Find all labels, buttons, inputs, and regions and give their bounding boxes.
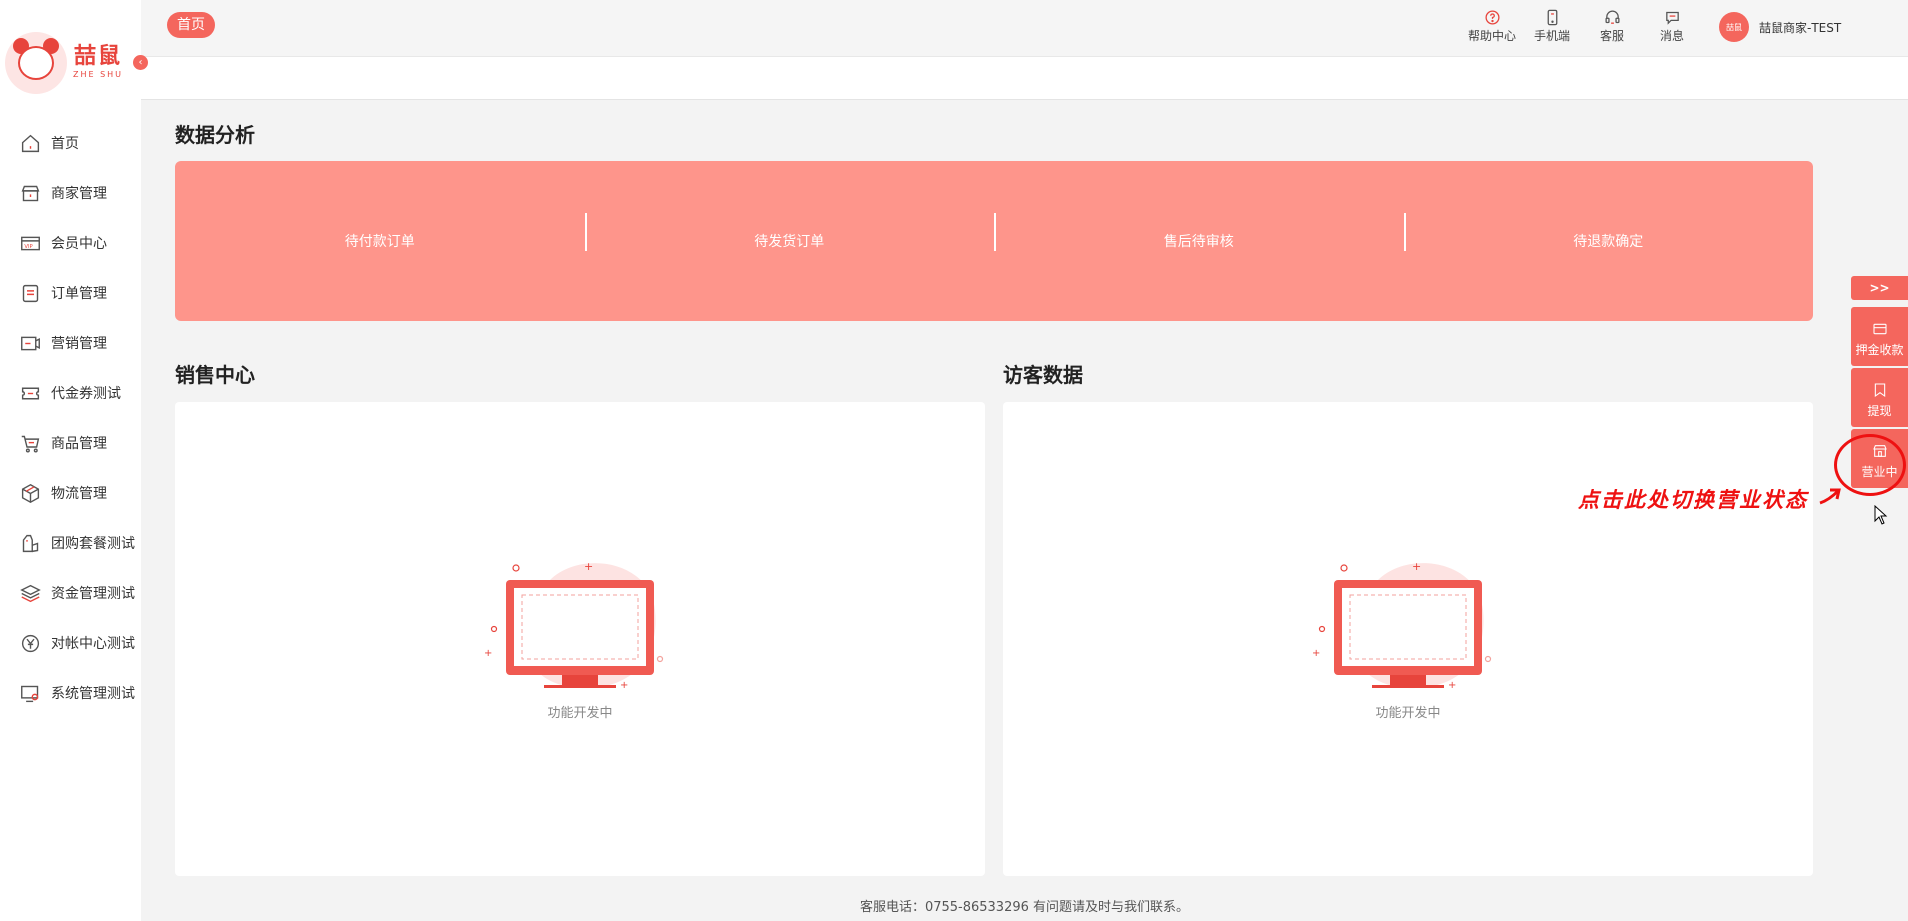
avatar: 喆鼠 — [1719, 12, 1749, 42]
marketing-icon — [20, 333, 41, 354]
empty-state: + + + 功能开发中 — [1003, 550, 1813, 721]
svg-text:+: + — [1448, 680, 1456, 691]
customer-service-label: 客服 — [1599, 29, 1624, 43]
sidebar-item-label: 系统管理测试 — [51, 686, 135, 702]
logo-text: 喆鼠 ZHE SHU — [70, 44, 126, 80]
withdraw-button[interactable]: 提现 — [1851, 368, 1908, 427]
sidebar-item-label: 团购套餐测试 — [51, 536, 135, 552]
deposit-collect-button[interactable]: 押金收款 — [1851, 307, 1908, 366]
visitor-data-title: 访客数据 — [1003, 363, 1083, 387]
sales-center-panel: + + + 功能开发中 — [175, 402, 985, 876]
sidebar-item-groupbuy[interactable]: 团购套餐测试 — [0, 518, 141, 568]
visitor-data-panel: + + + 功能开发中 — [1003, 402, 1813, 876]
svg-text:+: + — [1412, 560, 1421, 573]
logo-text-cn: 喆鼠 — [73, 44, 122, 69]
withdraw-icon — [1874, 383, 1885, 398]
tab-strip — [141, 57, 1908, 100]
sidebar: 喆鼠 ZHE SHU 首页 商家管理 VIP 会员中心 订单管理 营销管理 代金… — [0, 0, 141, 921]
sidebar-item-marketing[interactable]: 营销管理 — [0, 318, 141, 368]
sidebar-item-label: 营销管理 — [51, 336, 107, 352]
pending-shipment-orders[interactable]: 待发货订单 — [584, 213, 995, 251]
svg-text:+: + — [484, 648, 492, 659]
sidebar-item-system[interactable]: 系统管理测试 — [0, 668, 141, 718]
monitor-settings-icon — [20, 683, 41, 704]
svg-text:+: + — [584, 560, 593, 573]
pending-payment-orders[interactable]: 待付款订单 — [175, 231, 585, 251]
message-icon — [1642, 7, 1702, 27]
sidebar-item-home[interactable]: 首页 — [0, 118, 141, 168]
right-bar-toggle-button[interactable]: >> — [1851, 276, 1908, 300]
header-tools: 帮助中心 手机端 客服 消息 — [1462, 7, 1702, 44]
box-icon — [20, 483, 41, 504]
sidebar-item-label: 首页 — [51, 136, 79, 152]
mobile-label: 手机端 — [1533, 29, 1570, 43]
sidebar-item-label: 商品管理 — [51, 436, 107, 452]
svg-text:+: + — [1312, 648, 1320, 659]
svg-text:+: + — [620, 680, 628, 691]
logo: 喆鼠 ZHE SHU — [4, 32, 136, 96]
sidebar-menu: 首页 商家管理 VIP 会员中心 订单管理 营销管理 代金券测试 商品管理 物流 — [0, 118, 141, 718]
sidebar-item-reconcile[interactable]: 对帐中心测试 — [0, 618, 141, 668]
order-list-icon — [20, 283, 41, 304]
yen-circle-icon — [20, 633, 41, 654]
data-analysis-banner: 待付款订单 待发货订单 售后待审核 待退款确定 — [175, 161, 1813, 321]
sidebar-item-label: 订单管理 — [51, 286, 107, 302]
mobile-icon — [1522, 7, 1582, 27]
aftersale-pending-review[interactable]: 售后待审核 — [994, 213, 1404, 251]
top-header: 首页 帮助中心 手机端 客服 消息 喆鼠 喆鼠商家-TEST — [141, 0, 1908, 57]
withdraw-label: 提现 — [1867, 404, 1892, 418]
home-icon — [20, 133, 41, 154]
bag-icon — [20, 533, 41, 554]
messages-button[interactable]: 消息 — [1642, 7, 1702, 44]
svg-text:VIP: VIP — [24, 243, 32, 249]
empty-state-text: 功能开发中 — [547, 706, 613, 721]
sidebar-item-funds[interactable]: 资金管理测试 — [0, 568, 141, 618]
coupon-icon — [20, 383, 41, 404]
shop-icon — [20, 183, 41, 204]
mouse-cursor-icon — [1874, 505, 1888, 525]
empty-state-text: 功能开发中 — [1375, 706, 1441, 721]
footer-contact: 客服电话：0755-86533296 有问题请及时与我们联系。 — [859, 900, 1190, 915]
user-menu[interactable]: 喆鼠 喆鼠商家-TEST — [1719, 12, 1841, 42]
sidebar-item-products[interactable]: 商品管理 — [0, 418, 141, 468]
vip-card-icon: VIP — [20, 233, 41, 254]
sidebar-item-coupon[interactable]: 代金券测试 — [0, 368, 141, 418]
annotation-arrow-icon — [1819, 488, 1841, 505]
user-name: 喆鼠商家-TEST — [1759, 20, 1842, 35]
help-center-label: 帮助中心 — [1467, 29, 1516, 43]
sidebar-item-label: 商家管理 — [51, 186, 107, 202]
layers-icon — [20, 583, 41, 604]
mobile-button[interactable]: 手机端 — [1522, 7, 1582, 44]
sidebar-item-merchant[interactable]: 商家管理 — [0, 168, 141, 218]
sidebar-item-label: 资金管理测试 — [51, 586, 135, 602]
sidebar-collapse-button[interactable]: ‹ — [133, 55, 148, 70]
sidebar-item-orders[interactable]: 订单管理 — [0, 268, 141, 318]
tab-home[interactable]: 首页 — [167, 12, 215, 38]
data-analysis-title: 数据分析 — [175, 123, 255, 147]
logo-text-en: ZHE SHU — [72, 70, 124, 79]
help-center-button[interactable]: 帮助中心 — [1462, 7, 1522, 44]
annotation-circle — [1834, 434, 1906, 496]
sidebar-item-label: 代金券测试 — [51, 386, 121, 402]
deposit-icon — [1872, 323, 1887, 335]
sidebar-item-logistics[interactable]: 物流管理 — [0, 468, 141, 518]
monitor-illustration-icon: + + + — [1312, 560, 1492, 691]
cart-icon — [20, 433, 41, 454]
customer-service-button[interactable]: 客服 — [1582, 7, 1642, 44]
sidebar-item-label: 物流管理 — [51, 486, 107, 502]
help-icon — [1462, 7, 1522, 27]
deposit-collect-label: 押金收款 — [1855, 343, 1904, 357]
empty-state: + + + 功能开发中 — [175, 550, 985, 721]
sidebar-item-member[interactable]: VIP 会员中心 — [0, 218, 141, 268]
pending-refund-confirm[interactable]: 待退款确定 — [1403, 213, 1814, 251]
sales-center-title: 销售中心 — [175, 363, 255, 387]
messages-label: 消息 — [1659, 29, 1684, 43]
headset-icon — [1582, 7, 1642, 27]
annotation-text: 点击此处切换营业状态 — [1578, 487, 1808, 512]
sidebar-item-label: 对帐中心测试 — [51, 636, 135, 652]
mascot-logo-icon — [5, 32, 67, 94]
sidebar-item-label: 会员中心 — [51, 236, 107, 252]
monitor-illustration-icon: + + + — [484, 560, 664, 691]
